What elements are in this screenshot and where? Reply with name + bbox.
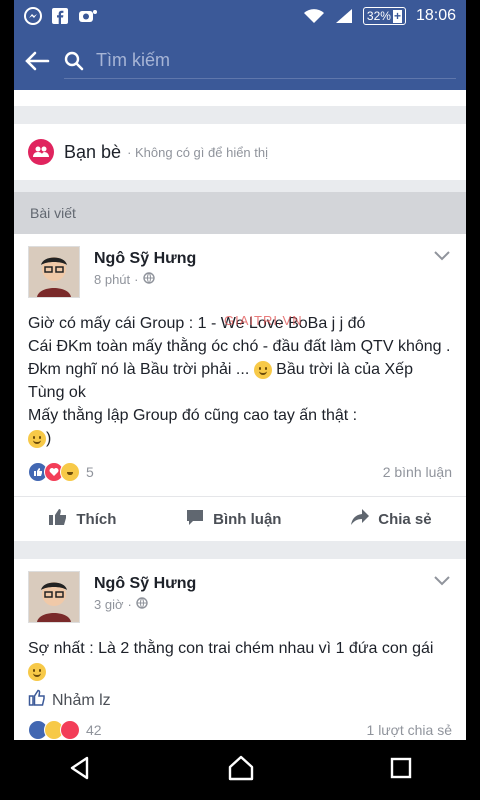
charging-icon: +	[392, 8, 402, 23]
reactions-count: 42	[86, 722, 102, 738]
app-screen: 32% + 18:06 Bạn bè · Không có gì để hiển…	[14, 0, 466, 740]
post-meta: 8 phút ·	[94, 272, 196, 287]
post-body: Sợ nhất : Là 2 thằng con trai chém nhau …	[28, 637, 452, 683]
post-line-with-emoji: Sợ nhất : Là 2 thằng con trai chém nhau …	[28, 637, 452, 683]
wifi-icon	[303, 8, 325, 24]
reactions-summary[interactable]: 5	[28, 462, 94, 482]
reacted-label: Nhảm lz	[52, 691, 111, 709]
system-nav-bar	[0, 740, 480, 800]
post-time: 3 giờ	[94, 597, 124, 612]
post-line: Cái ĐKm toàn mấy thằng óc chó - đầu đất …	[28, 338, 451, 355]
share-button[interactable]: Chia sẻ	[350, 508, 432, 530]
love-reaction-icon	[60, 720, 80, 740]
reactions-summary[interactable]: 42	[28, 720, 102, 740]
thumbs-up-icon	[48, 508, 68, 530]
post-author[interactable]: Ngô Sỹ Hưng	[94, 575, 196, 593]
share-label: Chia sẻ	[378, 510, 432, 528]
post-stats: 5 2 bình luận	[28, 458, 452, 486]
friends-title: Bạn bè	[64, 141, 122, 162]
post-card: Ngô Sỹ Hưng 8 phút · Giờ có mấy cái Grou…	[14, 234, 466, 541]
smile-emoji-icon	[28, 429, 46, 448]
globe-icon	[136, 597, 148, 612]
recents-nav-icon[interactable]	[389, 756, 413, 785]
meta-dot: ·	[127, 597, 132, 612]
post-stats: 42 1 lượt chia sẻ	[28, 716, 452, 740]
status-bar: 32% + 18:06	[14, 0, 466, 32]
search-icon	[64, 51, 84, 71]
friends-icon	[28, 139, 54, 165]
post-meta: 3 giờ ·	[94, 597, 196, 612]
shares-count[interactable]: 1 lượt chia sẻ	[367, 722, 452, 738]
comment-icon	[185, 508, 205, 530]
facebook-icon	[52, 8, 68, 24]
watermark-logo: GIAITRI.VN	[224, 313, 303, 328]
post-author[interactable]: Ngô Sỹ Hưng	[94, 250, 196, 268]
top-card-fragment	[14, 90, 466, 106]
post-line-with-emoji: Đkm nghĩ nó là Bầu trời phải ... Bầu trờ…	[28, 360, 413, 401]
like-label: Thích	[76, 510, 117, 528]
chevron-down-icon[interactable]	[434, 573, 450, 591]
smile-emoji-icon	[28, 662, 46, 681]
share-icon	[350, 508, 370, 530]
back-nav-icon[interactable]	[67, 755, 93, 786]
post-body: Giờ có mấy cái Group : 1 - We Love BoBa …	[28, 312, 452, 450]
avatar[interactable]	[28, 571, 80, 623]
battery-indicator: 32% +	[362, 7, 406, 25]
camera-notification-icon	[78, 8, 98, 24]
back-arrow-icon[interactable]	[24, 50, 50, 72]
smile-emoji-icon	[253, 360, 272, 379]
avatar[interactable]	[28, 246, 80, 298]
friends-empty-note: · Không có gì để hiển thị	[127, 144, 269, 160]
battery-level: 32%	[366, 9, 391, 23]
meta-dot: ·	[134, 272, 139, 287]
signal-icon	[335, 8, 353, 24]
like-button[interactable]: Thích	[48, 508, 116, 530]
post-line: Mấy thằng lập Group đó cũng cao tay ấn t…	[28, 407, 358, 424]
search-box[interactable]	[64, 49, 456, 79]
globe-icon	[142, 272, 155, 287]
chevron-down-icon[interactable]	[434, 248, 450, 266]
post-actions: Thích Bình luận Chia sẻ	[14, 496, 466, 541]
haha-reaction-icon	[60, 462, 80, 482]
comment-button[interactable]: Bình luận	[185, 508, 281, 530]
reactions-count: 5	[86, 464, 94, 480]
search-input[interactable]	[94, 49, 398, 72]
comment-label: Bình luận	[213, 510, 282, 528]
search-header	[14, 32, 466, 90]
home-nav-icon[interactable]	[227, 755, 255, 786]
thumbs-up-outline-icon	[28, 689, 46, 712]
posts-section-header: Bài viết	[14, 192, 466, 234]
post-time: 8 phút	[94, 272, 131, 287]
friends-row[interactable]: Bạn bè · Không có gì để hiển thị	[14, 124, 466, 180]
post-line-emoji: )	[28, 427, 452, 450]
comments-count[interactable]: 2 bình luận	[383, 464, 452, 480]
post-card: Ngô Sỹ Hưng 3 giờ · Sợ nhất : Là 2 thằng…	[14, 559, 466, 740]
clock: 18:06	[415, 7, 456, 24]
reacted-label-row[interactable]: Nhảm lz	[28, 689, 452, 712]
messenger-icon	[24, 7, 42, 25]
